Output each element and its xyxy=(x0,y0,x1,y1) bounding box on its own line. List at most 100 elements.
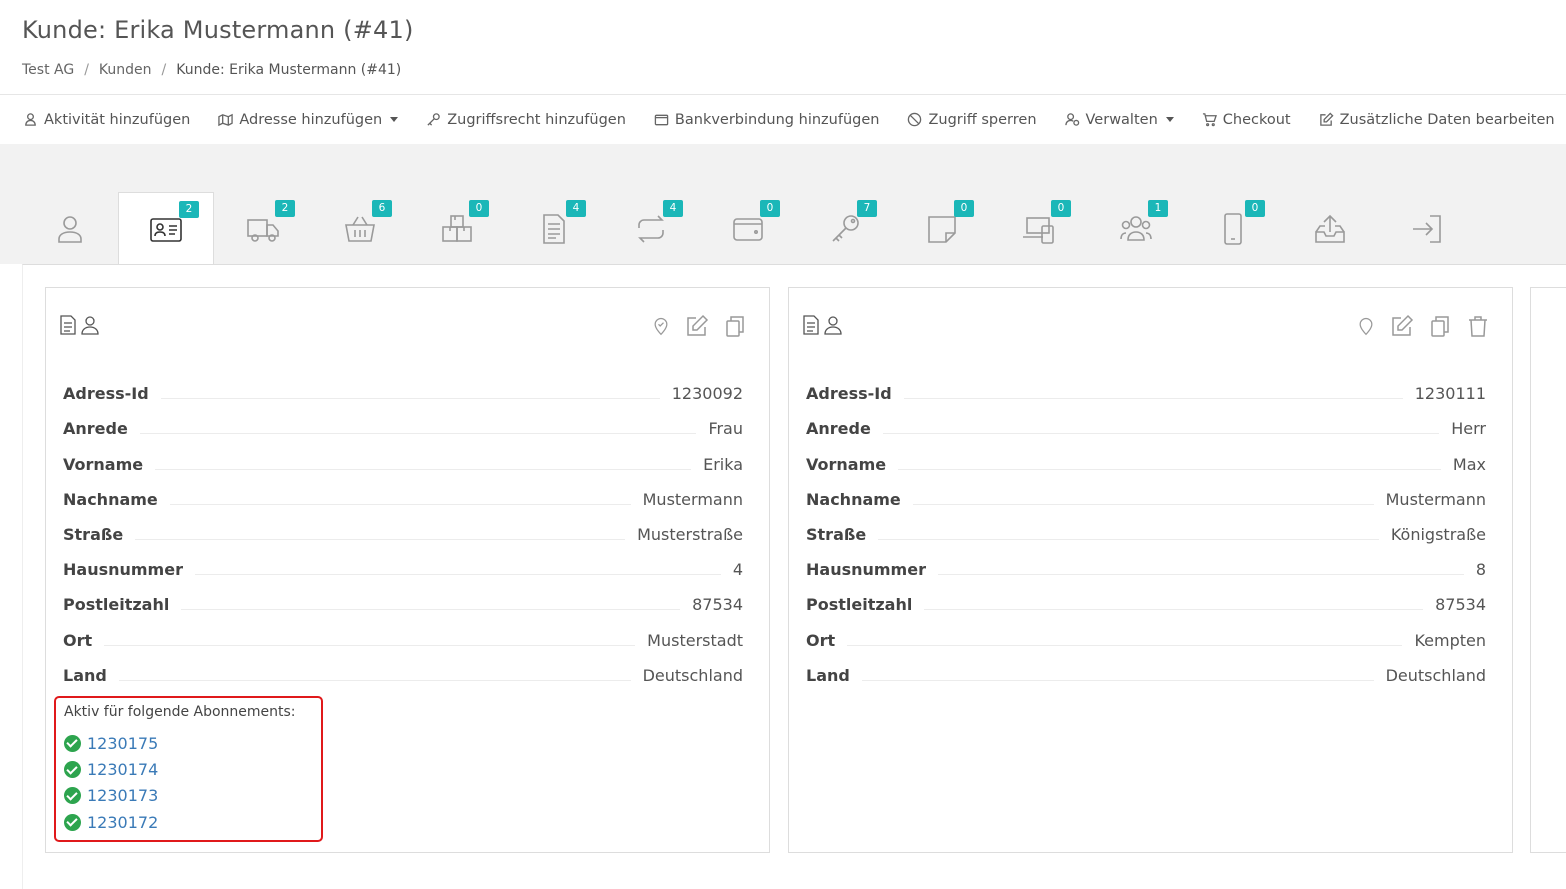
tab-addresses[interactable]: 2 xyxy=(118,192,214,266)
field-label: Postleitzahl xyxy=(63,595,170,615)
subscription-id[interactable]: 1230174 xyxy=(87,760,158,779)
chevron-down-icon xyxy=(1165,117,1174,122)
breadcrumb-item-customers[interactable]: Kunden xyxy=(99,62,152,78)
copy-icon[interactable] xyxy=(1428,314,1452,338)
tab-orders[interactable]: 6 xyxy=(312,192,408,265)
address-field-row: Postleitzahl 87534 xyxy=(63,579,743,614)
trash-icon[interactable] xyxy=(1466,314,1490,338)
add-bank-account-label: Bankverbindung hinzufügen xyxy=(674,111,880,128)
map-marker-icon[interactable] xyxy=(1356,314,1376,338)
field-label: Hausnummer xyxy=(806,560,926,580)
field-label: Vorname xyxy=(806,454,887,474)
add-address-label: Adresse hinzufügen xyxy=(239,111,383,128)
field-value: Max xyxy=(1452,454,1486,474)
field-label: Anrede xyxy=(806,419,871,439)
add-address-button[interactable]: Adresse hinzufügen xyxy=(218,111,399,128)
address-actions xyxy=(651,314,747,338)
subscription-link[interactable]: 1230175 xyxy=(64,730,321,756)
field-value: 1230092 xyxy=(671,384,743,404)
field-value: 87534 xyxy=(692,595,743,615)
block-access-label: Zugriff sperren xyxy=(928,111,1037,128)
address-field-row: Hausnummer 4 xyxy=(63,544,743,579)
tab-contacts[interactable]: 1 xyxy=(1088,192,1184,265)
edit-icon xyxy=(1319,112,1334,126)
tab-devices[interactable]: 0 xyxy=(991,192,1087,265)
tab-badge: 2 xyxy=(179,201,199,218)
tab-export[interactable] xyxy=(1282,192,1378,265)
address-field-row: Anrede Herr xyxy=(806,403,1486,438)
check-circle-icon xyxy=(64,734,81,752)
breadcrumb-item-current: Kunde: Erika Mustermann (#41) xyxy=(176,62,402,78)
tab-subscriptions[interactable]: 4 xyxy=(603,192,699,265)
address-field-row: Hausnummer 8 xyxy=(806,544,1486,579)
edit-additional-data-button[interactable]: Zusätzliche Daten bearbeiten xyxy=(1319,112,1555,128)
tab-login[interactable] xyxy=(1379,192,1475,265)
field-value: Erika xyxy=(703,454,743,474)
chevron-down-icon xyxy=(390,117,399,122)
edit-icon[interactable] xyxy=(1390,314,1414,338)
tab-badge: 0 xyxy=(1051,200,1071,217)
address-field-row: Vorname Max xyxy=(806,438,1486,474)
field-value: Mustermann xyxy=(642,489,743,509)
tab-badge: 0 xyxy=(760,200,780,217)
checkout-button[interactable]: Checkout xyxy=(1202,112,1291,128)
edit-icon[interactable] xyxy=(685,314,709,338)
subscription-link[interactable]: 1230173 xyxy=(64,783,321,809)
tab-badge: 0 xyxy=(469,200,489,217)
invoice-icon xyxy=(803,315,819,335)
address-field-row: Adress-Id 1230092 xyxy=(63,368,743,403)
subscription-link[interactable]: 1230172 xyxy=(64,809,321,835)
subscription-link[interactable]: 1230174 xyxy=(64,756,321,782)
breadcrumb-separator: / xyxy=(84,62,89,78)
field-value: Deutschland xyxy=(642,665,743,685)
user-activity-icon xyxy=(25,113,36,126)
tab-bank-accounts[interactable]: 0 xyxy=(700,192,796,265)
user-icon xyxy=(58,215,82,243)
active-subscriptions-box: Aktiv für folgende Abonnements: 1230175 … xyxy=(54,696,323,842)
field-value: Musterstadt xyxy=(647,630,743,650)
tab-badge: 0 xyxy=(1245,200,1265,217)
subscription-id[interactable]: 1230172 xyxy=(87,813,158,832)
tab-badge: 1 xyxy=(1148,200,1168,217)
tab-access-rights[interactable]: 7 xyxy=(797,192,893,265)
field-label: Hausnummer xyxy=(63,560,183,580)
subscription-id[interactable]: 1230175 xyxy=(87,734,158,753)
check-circle-icon xyxy=(64,813,81,831)
address-field-row: Nachname Mustermann xyxy=(806,474,1486,509)
tab-badge: 2 xyxy=(275,200,295,217)
add-access-right-label: Zugriffsrecht hinzufügen xyxy=(447,111,626,128)
field-label: Straße xyxy=(63,524,124,544)
block-access-button[interactable]: Zugriff sperren xyxy=(907,111,1037,128)
field-value: 4 xyxy=(732,560,743,580)
breadcrumb-item-company[interactable]: Test AG xyxy=(22,62,74,78)
field-value: Frau xyxy=(708,419,743,439)
login-icon xyxy=(1413,214,1441,243)
add-bank-account-button[interactable]: Bankverbindung hinzufügen xyxy=(654,111,880,128)
map-marker-check-icon[interactable] xyxy=(651,314,671,338)
field-label: Ort xyxy=(806,630,836,650)
address-card-icon xyxy=(150,217,182,242)
tab-mobile[interactable]: 0 xyxy=(1185,192,1281,265)
field-label: Nachname xyxy=(806,489,901,509)
subscription-id[interactable]: 1230173 xyxy=(87,786,158,805)
manage-dropdown-button[interactable]: Verwalten xyxy=(1064,112,1174,128)
tab-shipping[interactable]: 2 xyxy=(215,192,311,265)
copy-icon[interactable] xyxy=(723,314,747,338)
add-activity-button[interactable]: Aktivität hinzufügen xyxy=(23,112,190,128)
field-value: Mustermann xyxy=(1385,489,1486,509)
add-activity-label: Aktivität hinzufügen xyxy=(44,111,191,128)
field-label: Nachname xyxy=(63,489,158,509)
tab-invoices[interactable]: 4 xyxy=(506,192,602,265)
field-label: Ort xyxy=(63,630,93,650)
field-value: Deutschland xyxy=(1385,665,1486,685)
tab-badge: 7 xyxy=(857,200,877,217)
tab-notes[interactable]: 0 xyxy=(894,192,990,265)
address-card-partial xyxy=(1530,287,1566,853)
tab-products[interactable]: 0 xyxy=(409,192,505,265)
address-card: Adress-Id 1230111 Anrede Herr Vorname Max N… xyxy=(788,287,1513,853)
tab-customer[interactable] xyxy=(22,192,118,265)
address-field-row: Postleitzahl 87534 xyxy=(806,579,1486,614)
field-label: Land xyxy=(806,665,850,685)
breadcrumb: Test AG / Kunden / Kunde: Erika Musterma… xyxy=(22,62,401,78)
add-access-right-button[interactable]: Zugriffsrecht hinzufügen xyxy=(426,112,626,128)
